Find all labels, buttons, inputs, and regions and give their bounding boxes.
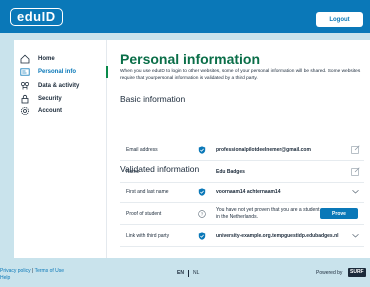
email-row: Email address professionalpilotdeelnemer… xyxy=(120,139,364,161)
footer-separator: | xyxy=(31,268,34,274)
sidebar-item-home[interactable]: Home xyxy=(14,53,107,65)
id-card-icon xyxy=(20,67,30,77)
sidebar-item-label: Personal info xyxy=(38,69,77,75)
privacy-policy-link[interactable]: Privacy policy xyxy=(0,268,31,274)
terms-of-use-link[interactable]: Terms of Use xyxy=(35,268,64,274)
question-icon: ? xyxy=(198,209,206,218)
gear-icon xyxy=(20,106,30,116)
footer-links: Privacy policy | Terms of Use Help xyxy=(0,268,64,282)
language-switcher: EN NL xyxy=(177,270,199,277)
home-icon xyxy=(20,54,30,64)
name-value: Edu Badges xyxy=(216,168,245,175)
powered-by-text: Powered by xyxy=(316,270,343,276)
chevron-down-icon[interactable] xyxy=(350,231,360,241)
shield-check-icon xyxy=(198,231,206,240)
first-last-name-value: voornaam14 achternaam14 xyxy=(216,188,281,195)
sidebar: Home Personal info Data & activity Secur… xyxy=(14,40,108,258)
first-last-name-row: First and last name voornaam14 achternaa… xyxy=(120,181,364,203)
proof-of-student-row: Proof of student ? You have not yet prov… xyxy=(120,203,364,225)
edit-icon[interactable] xyxy=(350,167,360,177)
sidebar-item-account[interactable]: Account xyxy=(14,105,107,117)
sidebar-item-label: Account xyxy=(38,108,62,114)
header-bar: eduID Logout xyxy=(0,0,370,33)
proof-of-student-value: You have not yet proven that you are a s… xyxy=(216,207,320,220)
shield-check-icon xyxy=(198,145,206,154)
active-indicator xyxy=(106,66,108,78)
third-party-link-row: Link with third party university-example… xyxy=(120,225,364,247)
sidebar-item-label: Security xyxy=(38,96,62,102)
basic-info-heading: Basic information xyxy=(120,94,186,104)
page-title: Personal information xyxy=(120,51,261,67)
lock-icon xyxy=(20,94,30,104)
row-label: Proof of student xyxy=(126,210,162,217)
sidebar-item-data-activity[interactable]: Data & activity xyxy=(14,80,107,92)
row-label: First and last name xyxy=(126,188,169,195)
sidebar-item-security[interactable]: Security xyxy=(14,93,107,105)
surf-logo[interactable]: SURF xyxy=(348,268,366,277)
language-en[interactable]: EN xyxy=(177,270,184,277)
sidebar-item-label: Home xyxy=(38,56,55,62)
svg-text:?: ? xyxy=(201,211,204,216)
shield-check-icon xyxy=(198,187,206,196)
language-nl[interactable]: NL xyxy=(193,270,199,277)
email-value: professionalpilotdeelnemer@gmail.com xyxy=(216,146,311,153)
row-label: Email address xyxy=(126,146,158,153)
row-label: Link with third party xyxy=(126,232,170,239)
prove-button[interactable]: Prove xyxy=(320,208,358,219)
main-content: Personal information When you use eduID … xyxy=(120,40,370,258)
data-activity-icon xyxy=(20,81,30,91)
chevron-down-icon[interactable] xyxy=(350,187,360,197)
intro-text: When you use eduID to login to other web… xyxy=(120,69,361,81)
third-party-link-value: university-example.org.tempguestidp.edub… xyxy=(216,232,339,239)
validated-info-heading: Validated information xyxy=(120,164,200,174)
content-panel: Home Personal info Data & activity Secur… xyxy=(14,40,370,258)
help-link[interactable]: Help xyxy=(0,275,10,281)
language-divider xyxy=(187,270,189,277)
eduid-logo[interactable]: eduID xyxy=(10,8,63,26)
logout-button[interactable]: Logout xyxy=(316,12,363,27)
footer: Privacy policy | Terms of Use Help EN NL… xyxy=(0,258,370,287)
sidebar-item-personal-info[interactable]: Personal info xyxy=(14,66,108,78)
edit-icon[interactable] xyxy=(350,145,360,155)
sidebar-item-label: Data & activity xyxy=(38,83,80,89)
